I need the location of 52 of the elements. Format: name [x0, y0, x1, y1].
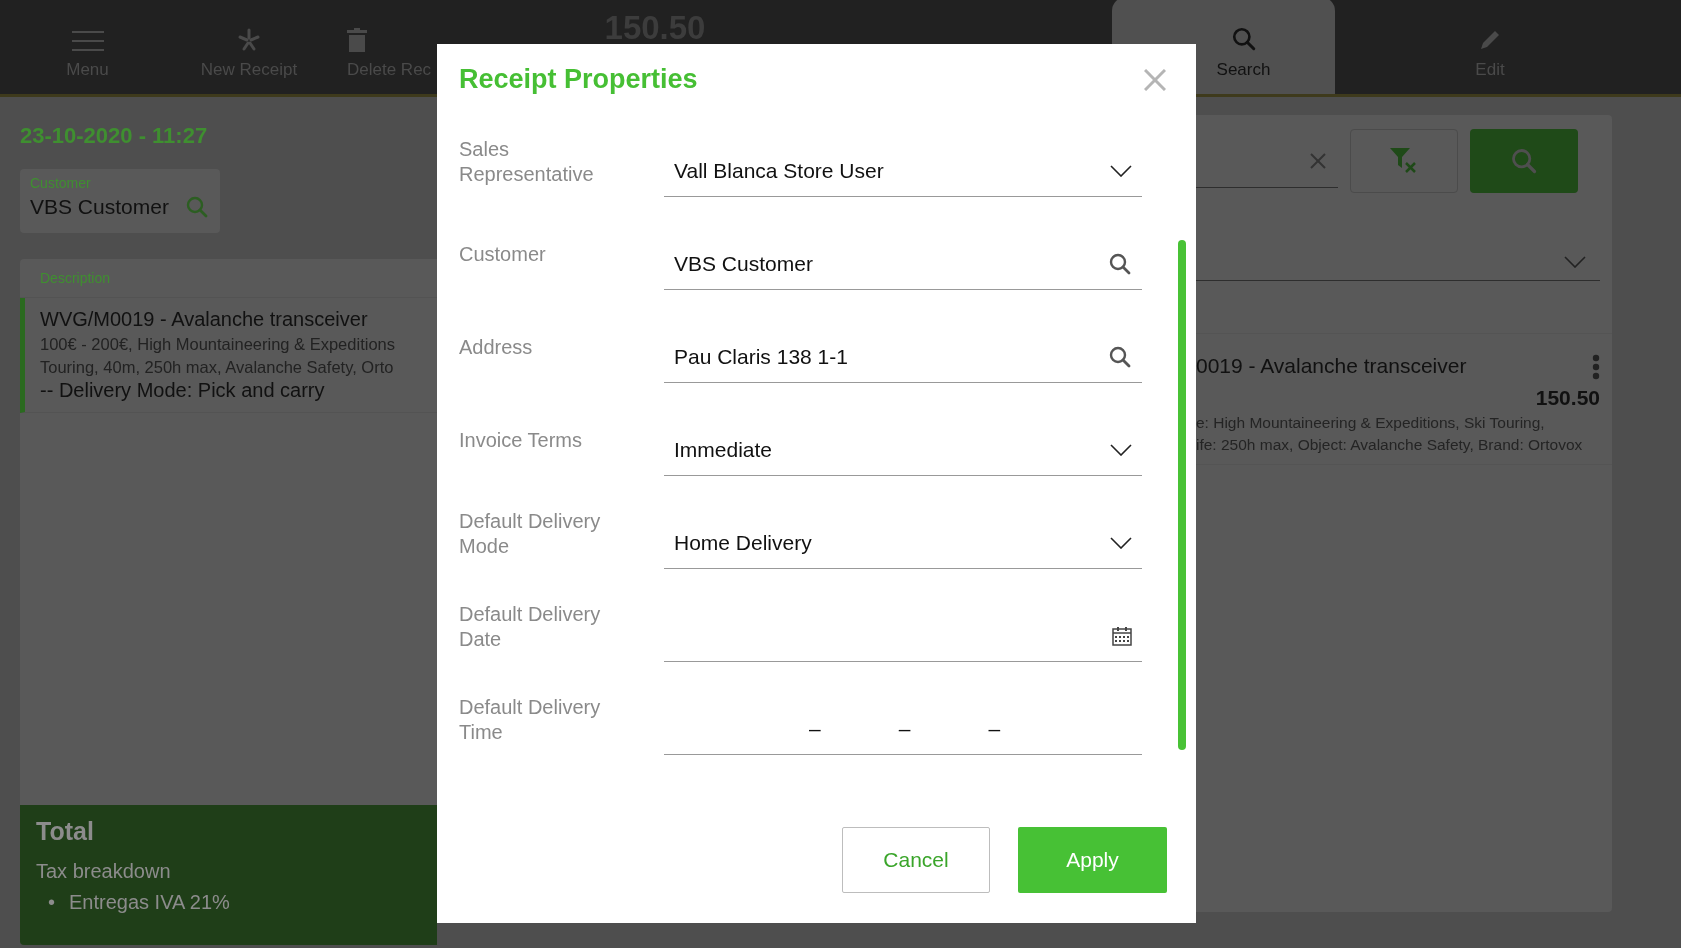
apply-button[interactable]: Apply	[1018, 827, 1167, 893]
result-price: 150.50	[1534, 386, 1600, 410]
asterisk-icon	[237, 28, 261, 52]
search-icon	[184, 195, 209, 219]
search-icon	[1108, 252, 1132, 276]
field-value: Immediate	[674, 438, 773, 462]
field-label: Default Delivery Mode	[459, 508, 602, 559]
time-placeholder: –	[988, 717, 1001, 741]
chevron-down-icon	[1110, 165, 1132, 177]
field-label: Customer	[459, 242, 547, 267]
clear-icon[interactable]	[1310, 152, 1326, 169]
dialog-title: Receipt Properties	[459, 64, 698, 95]
menu-icon	[71, 30, 104, 52]
search-icon	[1108, 345, 1132, 369]
field-value: Pau Claris 138 1-1	[674, 345, 848, 369]
cancel-button[interactable]: Cancel	[842, 827, 990, 893]
time-placeholder: –	[809, 717, 821, 741]
field-label: Address	[459, 335, 534, 360]
time-placeholder: –	[898, 717, 911, 741]
close-icon[interactable]	[1144, 68, 1166, 91]
total-title: Total	[36, 817, 95, 846]
receipt-date: 23-10-2020 - 11:27	[20, 123, 209, 149]
chevron-down-icon	[1110, 444, 1132, 456]
trash-icon	[347, 28, 367, 52]
dropdown-field[interactable]: Home Delivery	[664, 518, 1142, 569]
chevron-down-icon	[1110, 537, 1132, 549]
scrollbar[interactable]	[1178, 240, 1186, 750]
tax-item: Entregas IVA 21%	[69, 890, 230, 915]
chevron-down-icon	[1564, 255, 1586, 268]
search-field[interactable]: Pau Claris 138 1-1	[664, 332, 1142, 383]
dropdown-field[interactable]: Immediate	[664, 425, 1142, 476]
field-value: VBS Customer	[674, 252, 813, 276]
field-label: Default Delivery Date	[459, 601, 602, 652]
result-title: 0019 - Avalanche transceiver	[1196, 354, 1467, 378]
bullet-text: •	[48, 890, 55, 915]
field-label: Default Delivery Time	[459, 694, 602, 745]
search-icon	[1230, 26, 1257, 52]
more-options-icon[interactable]	[1592, 354, 1600, 380]
search-field[interactable]: VBS Customer	[664, 239, 1142, 290]
field-value: Vall Blanca Store User	[674, 159, 884, 183]
filter-clear-icon	[1390, 148, 1418, 174]
clear-filter-button[interactable]	[1350, 129, 1458, 193]
pencil-icon	[1478, 28, 1502, 52]
calendar-icon	[1112, 626, 1132, 646]
dropdown-field[interactable]: Vall Blanca Store User	[664, 146, 1142, 197]
tax-heading: Tax breakdown	[36, 860, 172, 883]
field-label: Invoice Terms	[459, 428, 583, 453]
field-value: Home Delivery	[674, 531, 812, 555]
time-field[interactable]: – – –	[664, 704, 1142, 755]
search-icon	[1510, 147, 1538, 175]
search-button[interactable]	[1470, 129, 1578, 193]
field-label: Sales Representative	[459, 136, 595, 187]
